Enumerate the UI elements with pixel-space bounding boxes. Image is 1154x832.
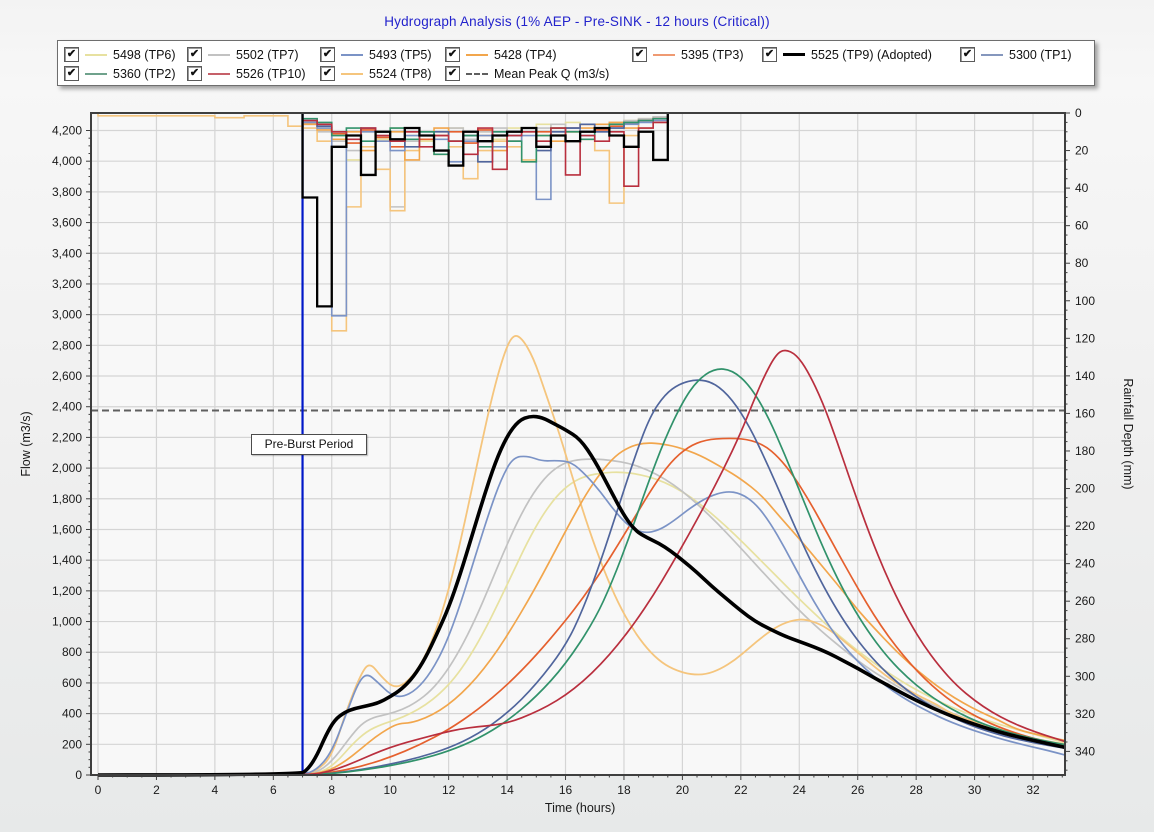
flow-tick-label: 1,600 — [52, 522, 82, 536]
rain-tick-label: 220 — [1075, 519, 1095, 533]
flow-tick-label: 2,200 — [52, 430, 82, 444]
rain-tick-label: 280 — [1075, 632, 1095, 646]
x-tick-label: 24 — [793, 783, 807, 797]
x-tick-label: 0 — [95, 783, 102, 797]
x-axis-title: Time (hours) — [545, 801, 615, 815]
flow-tick-label: 1,000 — [52, 615, 82, 629]
flow-tick-label: 3,800 — [52, 185, 82, 199]
rain-tick-label: 240 — [1075, 557, 1095, 571]
x-tick-label: 2 — [153, 783, 160, 797]
rain-tick-label: 80 — [1075, 256, 1089, 270]
x-tick-label: 32 — [1026, 783, 1040, 797]
x-tick-label: 30 — [968, 783, 982, 797]
x-tick-label: 4 — [212, 783, 219, 797]
rain-tick-label: 20 — [1075, 144, 1089, 158]
flow-tick-label: 2,800 — [52, 338, 82, 352]
plot-background — [91, 113, 1065, 775]
rain-tick-label: 60 — [1075, 219, 1089, 233]
rain-tick-label: 140 — [1075, 369, 1095, 383]
flow-tick-label: 800 — [62, 645, 82, 659]
x-tick-label: 20 — [676, 783, 690, 797]
flow-tick-label: 0 — [75, 768, 82, 782]
flow-tick-label: 600 — [62, 676, 82, 690]
flow-tick-label: 400 — [62, 707, 82, 721]
rain-tick-label: 300 — [1075, 669, 1095, 683]
x-tick-label: 6 — [270, 783, 277, 797]
flow-axis-title: Flow (m3/s) — [19, 411, 33, 476]
flow-tick-label: 3,000 — [52, 308, 82, 322]
rain-tick-label: 340 — [1075, 744, 1095, 758]
flow-tick-label: 2,400 — [52, 400, 82, 414]
x-tick-label: 8 — [328, 783, 335, 797]
preburst-annotation-label: Pre-Burst Period — [251, 434, 367, 455]
flow-tick-label: 1,200 — [52, 584, 82, 598]
rain-tick-label: 180 — [1075, 444, 1095, 458]
flow-tick-label: 4,000 — [52, 154, 82, 168]
x-tick-label: 28 — [909, 783, 923, 797]
x-tick-label: 16 — [559, 783, 573, 797]
flow-tick-label: 4,200 — [52, 124, 82, 138]
flow-tick-label: 2,600 — [52, 369, 82, 383]
x-tick-label: 12 — [442, 783, 456, 797]
flow-tick-label: 1,800 — [52, 492, 82, 506]
rain-tick-label: 120 — [1075, 331, 1095, 345]
rain-axis-title: Rainfall Depth (mm) — [1121, 378, 1135, 489]
x-tick-label: 22 — [734, 783, 748, 797]
flow-tick-label: 2,000 — [52, 461, 82, 475]
x-tick-label: 10 — [384, 783, 398, 797]
x-tick-label: 14 — [500, 783, 514, 797]
flow-tick-label: 1,400 — [52, 553, 82, 567]
x-tick-label: 18 — [617, 783, 631, 797]
rain-tick-label: 0 — [1075, 106, 1082, 120]
rain-tick-label: 260 — [1075, 594, 1095, 608]
rain-tick-label: 100 — [1075, 294, 1095, 308]
rain-tick-label: 40 — [1075, 181, 1089, 195]
x-tick-label: 26 — [851, 783, 865, 797]
rain-tick-label: 160 — [1075, 406, 1095, 420]
flow-tick-label: 3,600 — [52, 216, 82, 230]
rain-tick-label: 200 — [1075, 482, 1095, 496]
rain-tick-label: 320 — [1075, 707, 1095, 721]
flow-tick-label: 3,200 — [52, 277, 82, 291]
flow-tick-label: 200 — [62, 737, 82, 751]
chart-plot-area: 0246810121416182022242628303202004006008… — [0, 0, 1154, 832]
flow-tick-label: 3,400 — [52, 246, 82, 260]
